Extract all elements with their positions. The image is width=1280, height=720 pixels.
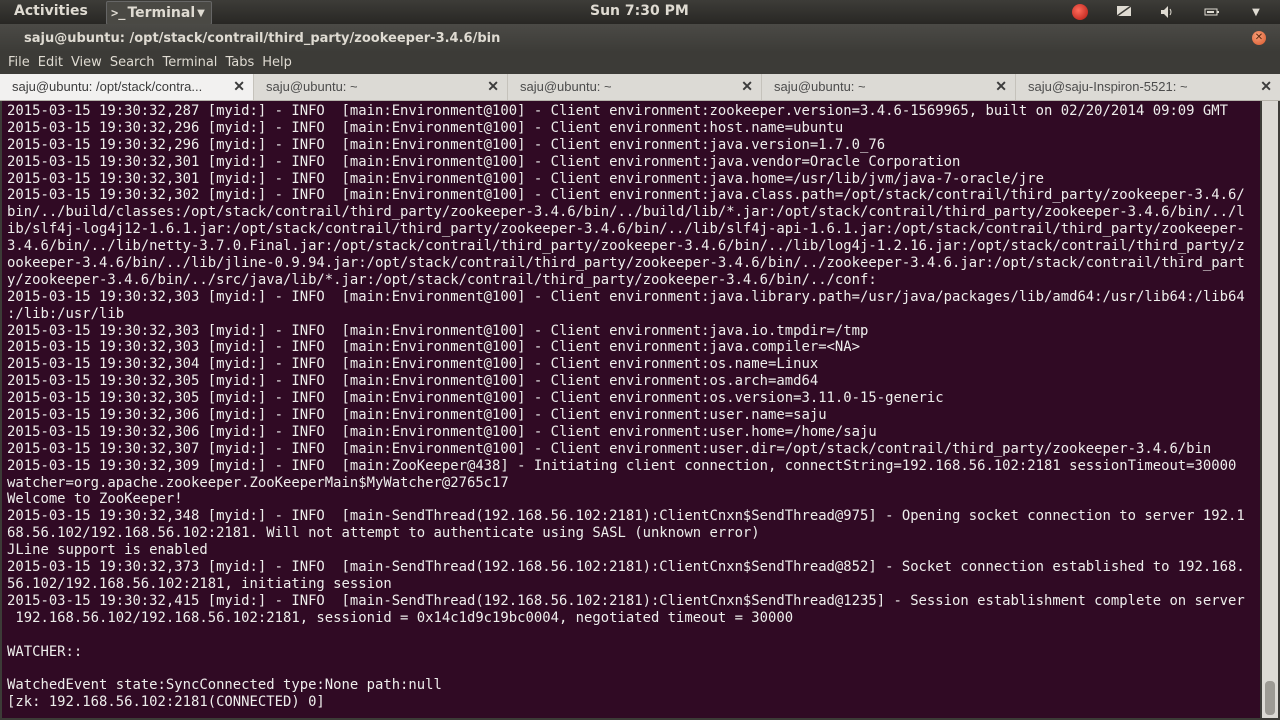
terminal-line: 2015-03-15 19:30:32,309 [myid:] - INFO [… [7, 457, 1237, 474]
menu-file[interactable]: File [8, 55, 30, 70]
menu-search[interactable]: Search [110, 55, 155, 70]
menu-help[interactable]: Help [262, 55, 292, 70]
menu-terminal[interactable]: Terminal [162, 55, 217, 70]
activities-button[interactable]: Activities [14, 3, 88, 19]
status-indicator-icon[interactable] [1070, 2, 1090, 22]
terminal-line: 56.102/192.168.56.102:2181, initiating s… [7, 575, 392, 592]
terminal-line: 2015-03-15 19:30:32,304 [myid:] - INFO [… [7, 356, 819, 373]
terminal-line: 2015-03-15 19:30:32,301 [myid:] - INFO [… [7, 153, 961, 170]
system-tray: ▼ [1070, 2, 1266, 22]
app-menu-label: Terminal [127, 5, 196, 21]
terminal-line: 2015-03-15 19:30:32,307 [myid:] - INFO [… [7, 440, 1212, 457]
chevron-down-icon: ▼ [197, 7, 205, 19]
close-icon[interactable]: ✕ [1252, 31, 1266, 45]
terminal-line: 192.168.56.102/192.168.56.102:2181, sess… [7, 609, 794, 626]
terminal-line: 2015-03-15 19:30:32,348 [myid:] - INFO [… [7, 508, 1245, 525]
tab-label: saju@ubuntu: ~ [774, 79, 866, 94]
terminal-line: 2015-03-15 19:30:32,303 [myid:] - INFO [… [7, 339, 861, 356]
terminal-line: 2015-03-15 19:30:32,306 [myid:] - INFO [… [7, 407, 827, 424]
terminal-line: 68.56.102/192.168.56.102:2181. Will not … [7, 525, 760, 542]
terminal-line: 2015-03-15 19:30:32,296 [myid:] - INFO [… [7, 136, 886, 153]
terminal-line: ib/slf4j-log4j12-1.6.1.jar:/opt/stack/co… [7, 221, 1245, 238]
window-title: saju@ubuntu: /opt/stack/contrail/third_p… [24, 31, 501, 46]
terminal-line: 2015-03-15 19:30:32,415 [myid:] - INFO [… [7, 592, 1245, 609]
app-menu-button[interactable]: >_ Terminal ▼ [106, 1, 212, 25]
terminal-output[interactable]: 2015-03-15 19:30:32,287 [myid:] - INFO [… [2, 101, 1260, 718]
settings-chevron-icon[interactable]: ▼ [1246, 2, 1266, 22]
tab-close-icon[interactable]: ✕ [741, 78, 753, 95]
menu-view[interactable]: View [71, 55, 102, 70]
tab-label: saju@ubuntu: ~ [266, 79, 358, 94]
terminal-window: saju@ubuntu: /opt/stack/contrail/third_p… [0, 24, 1280, 720]
tab-1[interactable]: saju@ubuntu: /opt/stack/contra... ✕ [0, 74, 254, 100]
terminal-line: y/zookeeper-3.4.6/bin/../src/java/lib/*.… [7, 271, 877, 288]
menubar: File Edit View Search Terminal Tabs Help [0, 52, 1280, 72]
tab-5[interactable]: saju@saju-Inspiron-5521: ~ ✕ [1016, 74, 1280, 100]
tab-2[interactable]: saju@ubuntu: ~ ✕ [254, 74, 508, 100]
menu-edit[interactable]: Edit [38, 55, 63, 70]
tab-close-icon[interactable]: ✕ [487, 78, 499, 95]
tab-label: saju@ubuntu: /opt/stack/contra... [12, 79, 203, 94]
tab-label: saju@saju-Inspiron-5521: ~ [1028, 79, 1188, 94]
clock[interactable]: Sun 7:30 PM [590, 3, 689, 19]
network-icon[interactable] [1114, 2, 1134, 22]
scrollbar-thumb[interactable] [1265, 681, 1275, 715]
terminal-line: 2015-03-15 19:30:32,303 [myid:] - INFO [… [7, 322, 869, 339]
tab-3[interactable]: saju@ubuntu: ~ ✕ [508, 74, 762, 100]
terminal-line: 2015-03-15 19:30:32,287 [myid:] - INFO [… [7, 103, 1228, 119]
terminal-line: 2015-03-15 19:30:32,301 [myid:] - INFO [… [7, 170, 1044, 187]
top-panel: Activities >_ Terminal ▼ Sun 7:30 PM ▼ [0, 0, 1280, 25]
terminal-line: :/lib:/usr/lib [7, 305, 125, 322]
power-icon[interactable] [1202, 2, 1222, 22]
terminal-line: 2015-03-15 19:30:32,305 [myid:] - INFO [… [7, 373, 819, 390]
menu-tabs[interactable]: Tabs [225, 55, 254, 70]
terminal-line: 2015-03-15 19:30:32,305 [myid:] - INFO [… [7, 390, 944, 407]
terminal-line: 2015-03-15 19:30:32,303 [myid:] - INFO [… [7, 288, 1245, 305]
terminal-line: 2015-03-15 19:30:32,373 [myid:] - INFO [… [7, 559, 1245, 576]
volume-icon[interactable] [1158, 2, 1178, 22]
tab-bar: saju@ubuntu: /opt/stack/contra... ✕ saju… [0, 74, 1280, 101]
tab-label: saju@ubuntu: ~ [520, 79, 612, 94]
terminal-line: 3.4.6/bin/../lib/netty-3.7.0.Final.jar:/… [7, 238, 1245, 255]
terminal-prompt-icon: >_ [111, 6, 126, 20]
tab-close-icon[interactable]: ✕ [1260, 78, 1272, 95]
terminal-line: JLine support is enabled [7, 542, 208, 559]
window-titlebar[interactable]: saju@ubuntu: /opt/stack/contrail/third_p… [0, 24, 1280, 52]
terminal-line: 2015-03-15 19:30:32,302 [myid:] - INFO [… [7, 187, 1245, 204]
terminal-line: WatchedEvent state:SyncConnected type:No… [7, 677, 442, 694]
scrollbar[interactable] [1262, 101, 1278, 718]
terminal-line: ookeeper-3.4.6/bin/../lib/jline-0.9.94.j… [7, 255, 1245, 272]
terminal-line: WATCHER:: [7, 643, 83, 660]
terminal-line: [zk: 192.168.56.102:2181(CONNECTED) 0] [7, 694, 325, 711]
terminal-line: Welcome to ZooKeeper! [7, 491, 183, 508]
terminal-line: 2015-03-15 19:30:32,296 [myid:] - INFO [… [7, 119, 844, 136]
terminal-line: 2015-03-15 19:30:32,306 [myid:] - INFO [… [7, 423, 877, 440]
terminal-line: bin/../build/classes:/opt/stack/contrail… [7, 204, 1245, 221]
terminal-line: watcher=org.apache.zookeeper.ZooKeeperMa… [7, 474, 509, 491]
tab-close-icon[interactable]: ✕ [233, 78, 245, 95]
tab-close-icon[interactable]: ✕ [995, 78, 1007, 95]
tab-4[interactable]: saju@ubuntu: ~ ✕ [762, 74, 1016, 100]
